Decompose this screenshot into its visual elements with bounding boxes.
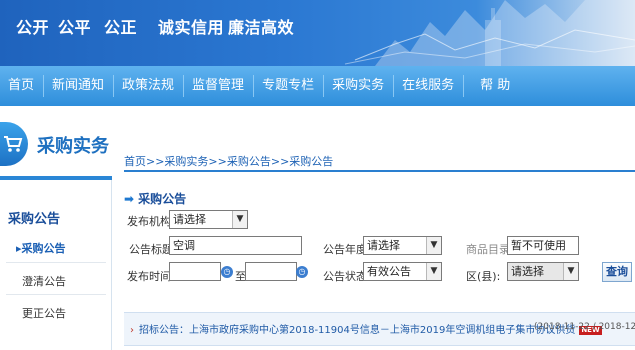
catalog-input[interactable]: 暂不可使用 [507,236,579,255]
nav-separator [43,75,45,97]
shopping-cart-icon [0,122,28,166]
city-skyline-graphic [344,0,635,66]
content-rule [124,170,635,172]
agency-select-value: 请选择 [173,213,206,226]
district-select-value: 请选择 [511,265,544,278]
sidebar-header: 采购实务 [0,116,112,176]
slogan-5: 廉洁高效 [228,18,295,37]
sidebar-item-clarification-notice[interactable]: 澄清公告 [22,273,130,289]
nav-separator [393,75,395,97]
result-item[interactable]: › 招标公告：上海市政府采购中心第2018-11904号信息－上海市2019年空调… [130,321,602,336]
chevron-down-icon: ▼ [563,263,578,280]
clock-icon[interactable]: ◷ [221,266,233,278]
nav-policy[interactable]: 政策法规 [114,66,183,106]
sidebar-menu [0,180,112,350]
chevron-down-icon: ▼ [426,263,441,280]
nav-procurement[interactable]: 采购实务 [324,66,393,106]
nav-separator [113,75,115,97]
slogan-1: 公开 [16,18,50,37]
nav-topics[interactable]: 专题专栏 [254,66,323,106]
slogan-2: 公平 [58,18,92,37]
main-nav: 首页 新闻通知 政策法规 监督管理 专题专栏 采购实务 在线服务 帮 助 [0,66,635,106]
section-title: ➡ 采购公告 [124,190,186,207]
nav-separator [253,75,255,97]
search-button[interactable]: 查询 [602,262,632,282]
chevron-down-icon: ▼ [232,211,247,228]
sidebar-item-procurement-notice[interactable]: ▸采购公告 [16,240,124,256]
clock-icon[interactable]: ◷ [296,266,308,278]
result-title-link[interactable]: 招标公告：上海市政府采购中心第2018-11904号信息－上海市2019年空调机… [139,325,575,336]
nav-news[interactable]: 新闻通知 [44,66,113,106]
year-select-value: 请选择 [367,239,400,252]
bullet-icon: › [130,325,134,336]
status-select-value: 有效公告 [367,265,411,278]
nav-supervision[interactable]: 监督管理 [184,66,253,106]
status-select[interactable]: 有效公告 ▼ [363,262,442,281]
district-label: 区(县): [466,270,501,283]
sidebar-title: 采购实务 [37,136,109,157]
sidebar-divider [6,294,106,295]
agency-label: 发布机构: [127,215,175,228]
header-banner: 公开 公平 公正 诚实信用 廉洁高效 [0,0,635,66]
chevron-down-icon: ▼ [426,237,441,254]
nav-home[interactable]: 首页 [0,66,43,106]
sidebar-section-title: 采购公告 [8,212,61,227]
nav-separator [183,75,185,97]
nav-separator [463,75,465,97]
section-title-text: 采购公告 [138,192,187,206]
end-date-input[interactable] [245,262,297,281]
arrow-right-icon: ➡ [124,192,135,206]
sidebar-item-correction-notice[interactable]: 更正公告 [22,305,130,321]
agency-select[interactable]: 请选择 ▼ [169,210,248,229]
district-select[interactable]: 请选择 ▼ [507,262,579,281]
slogan-4: 诚实信用 [158,18,225,37]
nav-separator [323,75,325,97]
sidebar-divider [6,262,106,263]
time-label: 发布时间: [127,270,175,283]
year-select[interactable]: 请选择 ▼ [363,236,442,255]
nav-online-service[interactable]: 在线服务 [394,66,463,106]
result-date: (2018-11-22 / 2018-12-03) [534,322,635,332]
title-input[interactable]: 空调 [169,236,302,255]
slogan-3: 公正 [104,18,138,37]
start-date-input[interactable] [169,262,221,281]
breadcrumb[interactable]: 首页>>采购实务>>采购公告>>采购公告 [124,153,333,169]
nav-help[interactable]: 帮 助 [464,66,519,106]
